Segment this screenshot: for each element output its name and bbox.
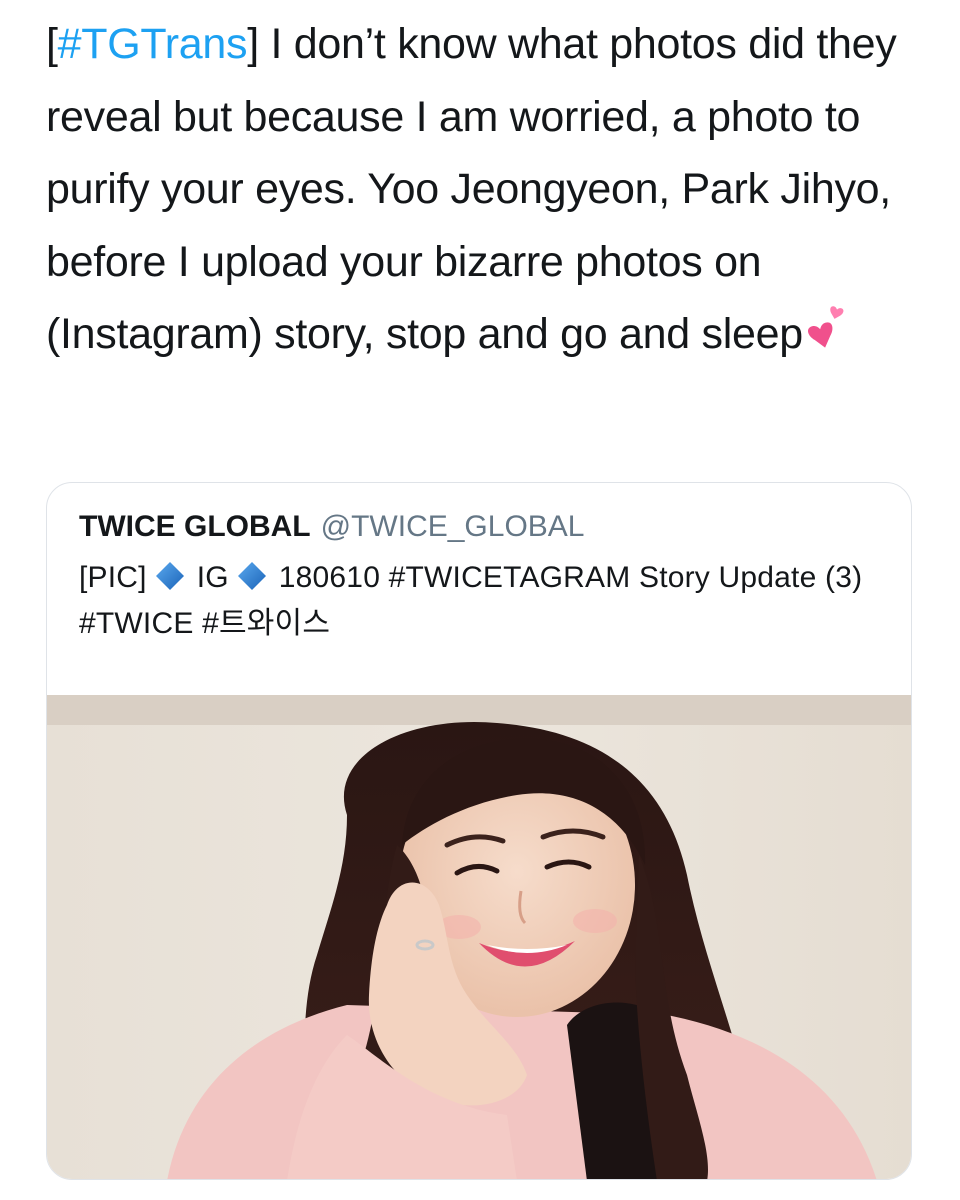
quoted-tweet-header: TWICE GLOBAL @TWICE_GLOBAL: [79, 507, 585, 547]
quoted-tweet-card[interactable]: TWICE GLOBAL @TWICE_GLOBAL [PIC] IG 1806…: [46, 482, 912, 1180]
bracket-close: ]: [247, 20, 259, 68]
quoted-text-part1: [PIC]: [79, 561, 147, 594]
quoted-tweet-text: [PIC] IG 180610 #TWICETAGRAM Story Updat…: [79, 555, 889, 647]
tweet-body: I don’t know what photos did they reveal…: [46, 20, 897, 358]
quoted-text-part2: IG: [196, 561, 229, 594]
quoted-author-name[interactable]: TWICE GLOBAL: [79, 510, 311, 543]
blue-diamond-icon: [155, 559, 185, 590]
two-hearts-icon: [804, 302, 850, 375]
tweet-text: [#TGTrans] I don’t know what photos did …: [46, 8, 926, 375]
bracket-open: [: [46, 20, 58, 68]
photo-of-smiling-woman: [47, 695, 911, 1179]
quoted-tweet-photo[interactable]: [47, 695, 911, 1179]
blue-diamond-icon: [237, 559, 267, 590]
quoted-author-handle[interactable]: @TWICE_GLOBAL: [321, 510, 585, 543]
hashtag-link[interactable]: #TGTrans: [58, 20, 248, 68]
